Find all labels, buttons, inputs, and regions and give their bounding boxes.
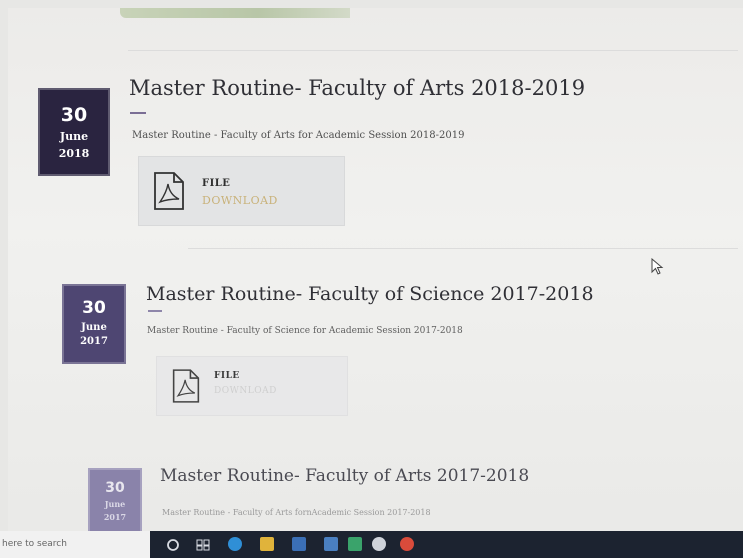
date-year: 2018 [58, 147, 90, 160]
divider [128, 50, 738, 51]
pdf-icon [172, 369, 200, 403]
date-year: 2017 [103, 512, 127, 522]
date-badge: 30 June 2018 [38, 88, 110, 176]
mouse-cursor-icon [651, 258, 664, 275]
post-title[interactable]: Master Routine- Faculty of Arts 2017-201… [160, 466, 529, 486]
date-day: 30 [82, 298, 106, 318]
divider [188, 248, 738, 249]
taskbar-search-input[interactable]: here to search [0, 531, 150, 558]
settings-icon[interactable] [372, 537, 386, 551]
download-link[interactable]: DOWNLOAD [214, 386, 277, 396]
date-day: 30 [105, 480, 125, 496]
cortana-icon[interactable] [166, 538, 180, 552]
chrome-icon[interactable] [400, 537, 414, 551]
post-description: Master Routine - Faculty of Arts for Aca… [132, 130, 465, 141]
file-label: FILE [214, 371, 240, 381]
date-month: June [81, 322, 107, 333]
screen: 30 June 2018 Master Routine- Faculty of … [8, 8, 743, 558]
post-title[interactable]: Master Routine- Faculty of Science 2017-… [146, 283, 594, 305]
date-year: 2017 [80, 336, 108, 347]
mail-icon[interactable] [324, 537, 338, 551]
file-attachment[interactable]: FILE DOWNLOAD [138, 156, 345, 226]
date-month: June [104, 499, 126, 509]
date-badge: 30 June 2017 [88, 468, 142, 540]
download-link[interactable]: DOWNLOAD [202, 194, 278, 207]
file-attachment[interactable]: FILE DOWNLOAD [156, 356, 348, 416]
post-description: Master Routine - Faculty of Arts fornAca… [162, 508, 431, 517]
file-explorer-icon[interactable] [260, 537, 274, 551]
taskbar: here to search [0, 531, 743, 558]
post-title[interactable]: Master Routine- Faculty of Arts 2018-201… [129, 76, 585, 100]
date-month: June [59, 130, 89, 143]
title-accent [130, 112, 146, 114]
file-label: FILE [202, 178, 231, 189]
pdf-icon [154, 172, 184, 210]
store-icon[interactable] [292, 537, 306, 551]
date-badge: 30 June 2017 [62, 284, 126, 364]
app-icon[interactable] [348, 537, 362, 551]
task-view-icon[interactable] [196, 538, 210, 552]
title-accent [148, 310, 162, 312]
edge-icon[interactable] [228, 537, 242, 551]
post-description: Master Routine - Faculty of Science for … [147, 326, 463, 336]
previous-post-image [120, 8, 350, 18]
date-day: 30 [60, 104, 88, 126]
